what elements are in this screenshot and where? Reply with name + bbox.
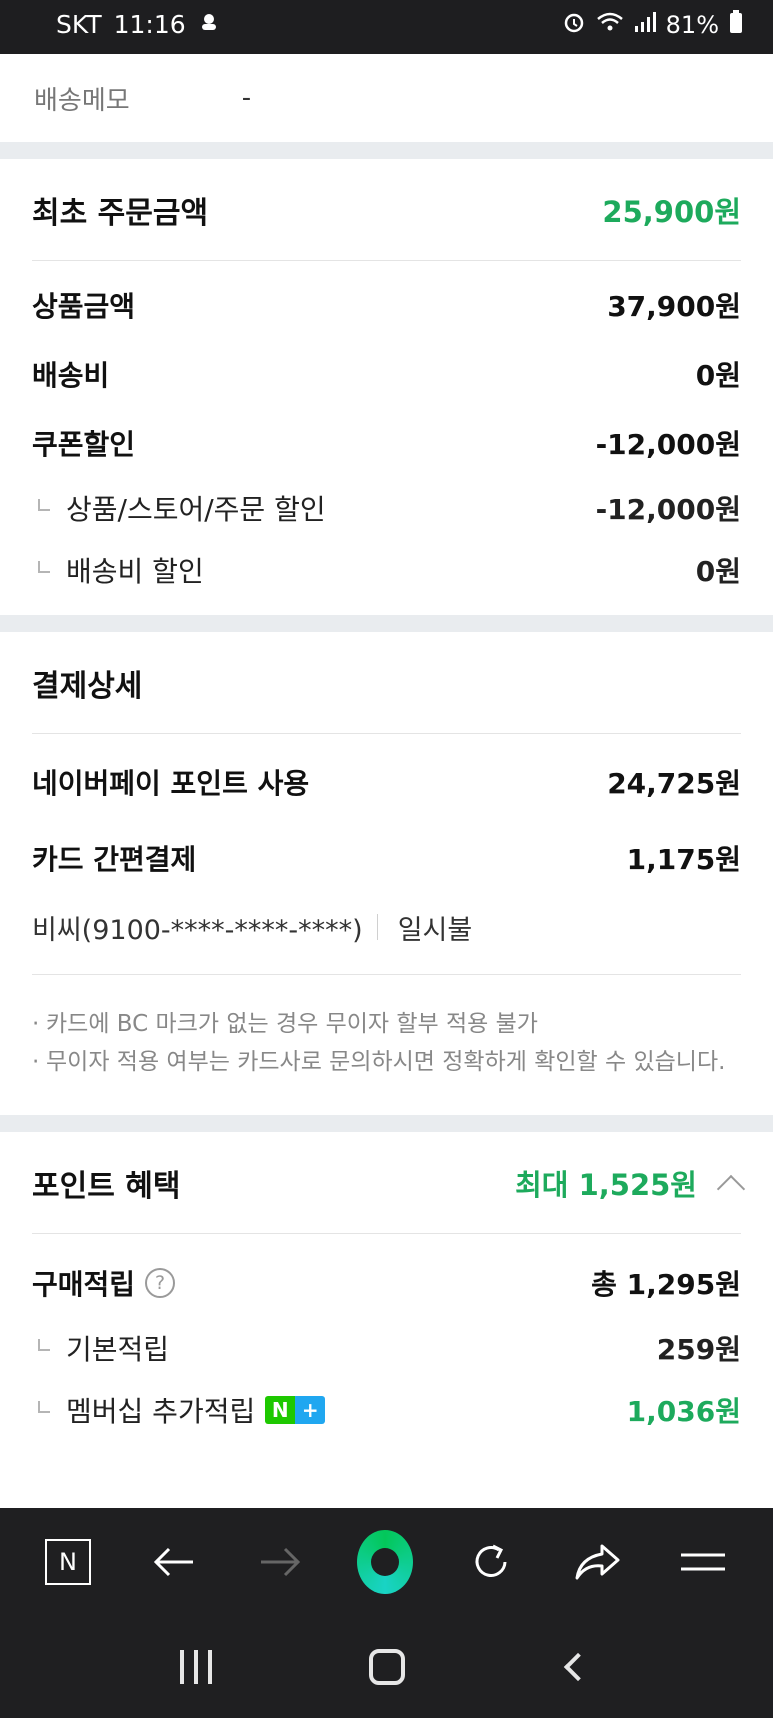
installment-plan: 일시불 — [397, 914, 473, 946]
coupon-discount-row: 쿠폰할인 -12,000원 — [32, 408, 741, 477]
naver-plus-badge-plus: + — [295, 1396, 326, 1424]
purchase-reward-row: 구매적립 ? 총 1,295원 — [32, 1248, 741, 1317]
shipping-discount-row: 배송비 할인 0원 — [32, 539, 741, 601]
arrow-right-icon — [260, 1547, 300, 1577]
system-nav-bar — [0, 1616, 773, 1718]
green-dot-icon — [357, 1530, 414, 1594]
shipping-fee-label: 배송비 — [32, 358, 110, 392]
card-payment-label: 카드 간편결제 — [32, 843, 197, 876]
naver-plus-badge: N + — [265, 1396, 326, 1424]
wifi-icon — [596, 11, 624, 39]
delivery-memo-row: 배송메모 - — [0, 54, 773, 142]
store-discount-label: 상품/스토어/주문 할인 — [66, 493, 326, 526]
basic-reward-label: 기본적립 — [66, 1333, 170, 1366]
card-payment-value: 1,175원 — [626, 843, 741, 876]
card-number: 비씨(9100-****-****-****) — [32, 914, 363, 946]
npay-point-row: 네이버페이 포인트 사용 24,725원 — [32, 744, 741, 820]
shipping-fee-row: 배송비 0원 — [32, 339, 741, 408]
membership-reward-row: 멤버십 추가적립 N + 1,036원 — [32, 1379, 741, 1441]
product-amount-value: 37,900원 — [607, 289, 741, 323]
naver-logo-icon: N — [45, 1539, 91, 1585]
order-amount-header: 최초 주문금액 25,900원 — [32, 159, 741, 261]
recent-apps-icon — [179, 1650, 212, 1684]
home-button[interactable] — [352, 1637, 422, 1697]
points-benefit-section: 포인트 혜택 최대 1,525원 구매적립 ? 총 1,295원 기본적립 25… — [0, 1132, 773, 1441]
chevron-up-icon[interactable] — [716, 1174, 746, 1203]
clock: 11:16 — [113, 10, 186, 39]
payment-detail-title: 결제상세 — [32, 668, 143, 704]
sub-item-corner-icon — [38, 561, 50, 573]
section-separator — [0, 1115, 773, 1132]
menu-icon — [680, 1553, 725, 1571]
naver-plus-badge-n: N — [265, 1396, 296, 1424]
alarm-icon — [562, 10, 586, 40]
shipping-discount-value: 0원 — [695, 555, 741, 588]
order-amount-title: 최초 주문금액 — [32, 195, 209, 231]
store-discount-row: 상품/스토어/주문 할인 -12,000원 — [32, 477, 741, 539]
naver-home-button[interactable]: N — [40, 1534, 96, 1590]
system-back-button[interactable] — [543, 1637, 613, 1697]
signal-icon — [634, 11, 656, 39]
carrier-label: SKT — [56, 10, 102, 39]
recent-apps-button[interactable] — [161, 1637, 231, 1697]
payment-detail-header: 결제상세 — [32, 632, 741, 734]
order-total-amount: 25,900원 — [602, 194, 741, 229]
shipping-fee-value: 0원 — [695, 358, 741, 392]
back-chevron-icon — [563, 1652, 592, 1682]
basic-reward-row: 기본적립 259원 — [32, 1317, 741, 1379]
coupon-discount-label: 쿠폰할인 — [32, 427, 136, 461]
points-benefit-title: 포인트 혜택 — [32, 1168, 181, 1204]
npay-point-value: 24,725원 — [607, 767, 741, 800]
shipping-discount-label: 배송비 할인 — [66, 555, 204, 588]
membership-reward-label: 멤버십 추가적립 — [66, 1395, 256, 1428]
notification-icon — [198, 10, 220, 39]
help-icon[interactable]: ? — [145, 1267, 176, 1298]
arrow-left-icon — [153, 1547, 193, 1577]
section-separator — [0, 142, 773, 159]
menu-button[interactable] — [675, 1534, 731, 1590]
order-detail-content: 배송메모 - 최초 주문금액 25,900원 상품금액 37,900원 배송비 … — [0, 54, 773, 1441]
order-amount-section: 최초 주문금액 25,900원 상품금액 37,900원 배송비 0원 쿠폰할인… — [0, 159, 773, 615]
forward-button[interactable] — [252, 1534, 308, 1590]
delivery-memo-label: 배송메모 — [34, 85, 130, 116]
browser-toolbar: N — [0, 1508, 773, 1616]
points-benefit-header[interactable]: 포인트 혜택 최대 1,525원 — [32, 1132, 746, 1234]
share-icon — [575, 1544, 620, 1580]
store-discount-value: -12,000원 — [595, 493, 741, 526]
battery-percent: 81% — [665, 11, 719, 39]
card-payment-row: 카드 간편결제 1,175원 — [32, 820, 741, 896]
payment-note-text: 무이자 적용 여부는 카드사로 문의하시면 정확하게 확인할 수 있습니다. — [46, 1049, 726, 1075]
share-button[interactable] — [569, 1534, 625, 1590]
delivery-memo-value: - — [241, 83, 252, 113]
payment-note: · 무이자 적용 여부는 카드사로 문의하시면 정확하게 확인할 수 있습니다. — [32, 1043, 741, 1081]
sub-item-corner-icon — [38, 499, 50, 511]
purchase-reward-total: 총 1,295원 — [591, 1267, 741, 1301]
basic-reward-value: 259원 — [656, 1333, 741, 1366]
sub-item-corner-icon — [38, 1401, 50, 1413]
refresh-icon — [475, 1544, 507, 1577]
purchase-reward-label: 구매적립 — [32, 1267, 136, 1301]
green-dot-button[interactable] — [357, 1530, 414, 1594]
status-bar: SKT 11:16 81% — [0, 0, 773, 54]
card-info-divider — [376, 914, 378, 940]
sub-item-corner-icon — [38, 1339, 50, 1351]
product-amount-label: 상품금액 — [32, 289, 136, 323]
payment-detail-section: 결제상세 네이버페이 포인트 사용 24,725원 카드 간편결제 1,175원… — [0, 632, 773, 1115]
section-separator — [0, 615, 773, 632]
npay-point-label: 네이버페이 포인트 사용 — [32, 767, 310, 800]
battery-icon — [729, 10, 743, 40]
payment-note: · 카드에 BC 마크가 없는 경우 무이자 할부 적용 불가 — [32, 1005, 741, 1043]
card-info-row: 비씨(9100-****-****-****) 일시불 — [32, 896, 741, 958]
payment-note-text: 카드에 BC 마크가 없는 경우 무이자 할부 적용 불가 — [46, 1011, 538, 1037]
payment-notes: · 카드에 BC 마크가 없는 경우 무이자 할부 적용 불가 · 무이자 적용 여… — [32, 974, 741, 1115]
coupon-discount-value: -12,000원 — [595, 427, 741, 461]
membership-reward-value: 1,036원 — [626, 1395, 741, 1428]
back-button[interactable] — [146, 1534, 202, 1590]
points-max-amount: 최대 1,525원 — [515, 1167, 697, 1202]
product-amount-row: 상품금액 37,900원 — [32, 270, 741, 339]
home-icon — [368, 1649, 405, 1685]
refresh-button[interactable] — [463, 1534, 519, 1590]
